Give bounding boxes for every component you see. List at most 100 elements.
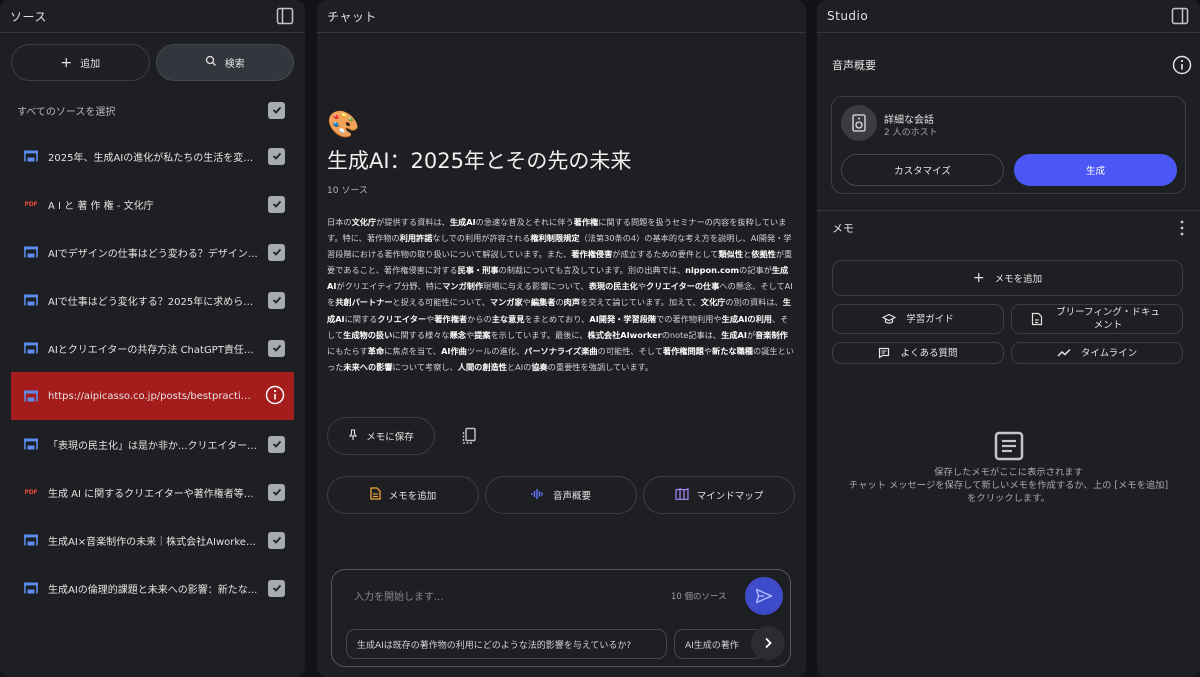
select-all-checkbox[interactable] [268, 101, 285, 119]
action-button-label: マインドマップ [696, 491, 764, 502]
source-checkbox[interactable] [268, 339, 285, 357]
timeline-button[interactable]: タイムライン [1011, 342, 1183, 364]
next-suggestions-button[interactable] [751, 626, 785, 660]
save-to-memo-label: メモに保存 [366, 432, 414, 443]
empty-line-3: をクリックします。 [967, 493, 1050, 504]
sources-header: ソース [0, 0, 305, 33]
source-list: 2025年、生成AIの進化が私たちの生活を変え... PDF A I と 著 作 権… [0, 132, 305, 612]
source-item-label: A I と 著 作 権 - 文化庁 [48, 200, 154, 212]
mindmap-icon [675, 487, 689, 503]
timeline-label: タイムライン [1080, 347, 1138, 359]
source-item[interactable]: 生成AI×音楽制作の未来｜株式会社AIworker - ... [0, 516, 305, 564]
source-checkbox[interactable] [268, 243, 285, 261]
send-button[interactable] [745, 577, 783, 615]
source-item[interactable]: PDF 生成 AI に関するクリエイターや著作権者等の... [0, 468, 305, 516]
chat-input[interactable]: 入力を開始します... [354, 588, 444, 603]
empty-line-2: チャット メッセージを保存して新しいメモを作成するか、上の [メモを追加] [848, 480, 1169, 491]
add-memo-button[interactable]: + メモを追加 [832, 260, 1183, 296]
select-all-label: すべてのソースを選択 [17, 106, 116, 118]
source-item[interactable]: AIでデザインの仕事はどう変わる？デザインAI... [0, 228, 305, 276]
source-item[interactable]: AIで仕事はどう変化する？2025年に求められ... [0, 276, 305, 324]
action-button-label: 音声概要 [552, 491, 591, 502]
study-guide-button[interactable]: 学習ガイド [832, 304, 1004, 334]
search-spark-icon [205, 55, 217, 70]
pdf-icon: PDF [24, 488, 38, 496]
customize-button[interactable]: カスタマイズ [841, 154, 1004, 186]
source-checkbox[interactable] [268, 435, 285, 453]
generate-button[interactable]: 生成 [1014, 154, 1177, 186]
select-all-row: すべてのソースを選択 [0, 95, 305, 125]
audio-card-subtitle: 2 人のホスト [884, 128, 938, 138]
chevron-right-icon [765, 637, 772, 649]
save-to-memo-button[interactable]: メモに保存 [327, 417, 435, 455]
briefing-doc-label: ブリーフィング・ドキュメント [1056, 307, 1160, 331]
source-checkbox[interactable] [268, 291, 285, 309]
plus-icon: + [60, 54, 73, 71]
add-source-button[interactable]: + 追加 [11, 44, 150, 81]
web-page-icon [22, 387, 40, 405]
source-item[interactable]: 生成AIの倫理的課題と未来への影響：新たな... [0, 564, 305, 612]
briefing-doc-button[interactable]: ブリーフィング・ドキュメント [1011, 304, 1183, 334]
collapse-panel-icon[interactable] [275, 6, 295, 26]
chat-action-row: メモを追加 音声概要 マインドマップ [327, 476, 795, 514]
document-icon [1031, 312, 1043, 326]
web-page-icon [22, 291, 40, 309]
suggestion-chip-1[interactable]: 生成AIは既存の著作物の利用にどのような法的影響を与えているか? [346, 629, 667, 659]
more-vert-icon[interactable] [1172, 218, 1192, 238]
error-info-icon[interactable] [265, 385, 285, 408]
source-item[interactable]: AIとクリエイターの共存方法 ChatGPT責任者... [0, 324, 305, 372]
source-checkbox[interactable] [268, 579, 285, 597]
add-memo-label: メモを追加 [994, 274, 1043, 285]
copy-icon[interactable] [459, 426, 479, 446]
audio-overview-card: 詳細な会話 2 人のホスト カスタマイズ 生成 [831, 96, 1186, 194]
source-item[interactable]: PDF A I と 著 作 権 - 文化庁 [0, 180, 305, 228]
audio-card-title: 詳細な会話 [884, 115, 934, 126]
source-item-label: 生成AI×音楽制作の未来｜株式会社AIworker - ... [48, 536, 268, 548]
collapse-panel-icon[interactable] [1170, 6, 1190, 26]
action-button-label: メモを追加 [388, 491, 437, 502]
info-icon[interactable] [1172, 55, 1192, 75]
audio-overview-heading: 音声概要 [832, 59, 876, 72]
source-item[interactable]: 「表現の民主化」は是か非か...クリエイターの... [0, 420, 305, 468]
chat-header: チャット [317, 0, 806, 33]
source-checkbox[interactable] [268, 147, 285, 165]
faq-label: よくある質問 [900, 347, 958, 359]
palette-emoji-icon: 🎨 [327, 110, 360, 140]
source-checkbox[interactable] [268, 195, 285, 213]
source-item-label: AIとクリエイターの共存方法 ChatGPT責任者... [48, 344, 264, 356]
study-guide-label: 学習ガイド [906, 313, 954, 325]
source-item-label: 生成 AI に関するクリエイターや著作権者等の... [48, 488, 264, 500]
studio-header: Studio [817, 0, 1200, 33]
action-button[interactable]: メモを追加 [327, 476, 479, 514]
search-sources-label: 検索 [224, 59, 245, 70]
web-page-icon [22, 339, 40, 357]
source-checkbox[interactable] [268, 483, 285, 501]
studio-panel: Studio 音声概要 詳細な会話 2 人のホスト カスタマイズ 生成 メモ +… [817, 0, 1200, 677]
sources-title: ソース [10, 9, 47, 24]
timeline-icon [1057, 348, 1071, 357]
source-item-label: AIで仕事はどう変化する？2025年に求められ... [48, 296, 263, 308]
chat-title: チャット [327, 9, 377, 24]
web-page-icon [22, 243, 40, 261]
memo-empty-state: 保存したメモがここに表示されます チャット メッセージを保存して新しいメモを作成… [817, 430, 1200, 505]
audio-wave-icon [531, 488, 545, 503]
plus-icon: + [972, 270, 985, 286]
chat-panel: チャット 🎨 生成AI：2025年とその先の未来 10 ソース 日本の文化庁が提… [317, 0, 806, 677]
notebook-title: 生成AI：2025年とその先の未来 [327, 149, 632, 173]
search-sources-button[interactable]: 検索 [155, 44, 294, 81]
source-checkbox[interactable] [268, 531, 285, 549]
note-placeholder-icon [994, 431, 1023, 461]
source-item[interactable]: https://aipicasso.co.jp/posts/bestpracti… [11, 372, 294, 420]
studio-title: Studio [827, 9, 869, 23]
memo-heading: メモ [832, 222, 854, 235]
web-page-icon [22, 531, 40, 549]
web-page-icon [22, 579, 40, 597]
source-item[interactable]: 2025年、生成AIの進化が私たちの生活を変え... [0, 132, 305, 180]
notebook-summary: 日本の文化庁が提供する資料は、生成AIの急速な普及とそれに伴う著作権に関する問題… [327, 217, 794, 372]
faq-button[interactable]: よくある質問 [832, 342, 1004, 364]
action-button[interactable]: 音声概要 [485, 476, 637, 514]
send-icon [755, 588, 773, 604]
chat-composer: 入力を開始します... 10 個のソース 生成AIは既存の著作物の利用にどのよう… [331, 569, 791, 667]
notebook-source-count: 10 ソース [327, 186, 368, 196]
action-button[interactable]: マインドマップ [643, 476, 795, 514]
